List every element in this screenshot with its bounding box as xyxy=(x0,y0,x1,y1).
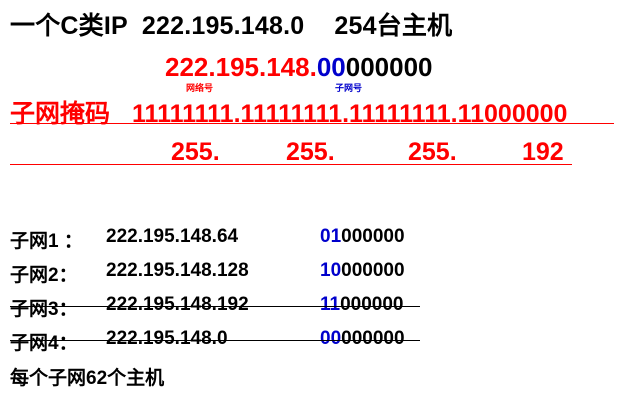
host-bits: 000000 xyxy=(345,52,433,82)
mask-underline xyxy=(10,123,614,124)
subnet-number-label: 子网号 xyxy=(335,83,363,93)
network-part: 222.195.148. xyxy=(165,52,317,82)
subnet-binary: 01000000 xyxy=(320,226,405,248)
subnet-bits: 10 xyxy=(320,260,342,281)
subnet-row-struck: 子网4： 222.195.148.0 00000000 xyxy=(10,328,430,354)
mask-decimal-octet-3: 255. xyxy=(408,138,457,166)
hosts-per-subnet-note: 每个子网62个主机 xyxy=(10,368,165,389)
subnet-name: 子网1 ： xyxy=(10,231,83,252)
host-bits: 000000 xyxy=(340,294,404,315)
title-ip: 222.195.148.0 xyxy=(141,12,305,40)
subnet-bits: 11 xyxy=(320,294,341,315)
host-bits: 000000 xyxy=(341,226,405,247)
host-bits: 000000 xyxy=(341,260,405,281)
subnet-row: 子网2： 222.195.148.128 10000000 xyxy=(10,260,430,286)
strikethrough-line xyxy=(10,306,420,307)
subnet-binary: 00000000 xyxy=(320,328,405,350)
subnet-name: 子网3： xyxy=(10,299,78,320)
ip-binary-line: 222.195.148.00000000 xyxy=(165,52,433,83)
subnet-mask-row: 子网掩码 11111111.11111111.11111111.11000000 xyxy=(10,94,567,130)
subnet-row: 子网1 ： 222.195.148.64 01000000 xyxy=(10,226,430,252)
host-bits: 000000 xyxy=(341,328,405,349)
mask-decimal-octet-1: 255. xyxy=(171,138,220,166)
mask-decimal-octet-2: 255. xyxy=(286,138,335,166)
strikethrough-line xyxy=(10,340,420,341)
subnet-bits: 01 xyxy=(320,226,342,247)
mask-decimal-octet-4: 192 xyxy=(522,138,564,166)
subnet-binary: 11000000 xyxy=(320,294,404,316)
subnet-bits: 00 xyxy=(320,328,342,349)
subnet-address: 222.195.148.192 xyxy=(106,294,249,315)
decimal-underline xyxy=(10,164,572,165)
network-number-label: 网络号 xyxy=(186,83,214,93)
subnet-address: 222.195.148.128 xyxy=(106,260,249,281)
subnet-bits: 00 xyxy=(316,52,346,82)
subnet-name: 子网2： xyxy=(10,265,78,286)
subnet-name: 子网4： xyxy=(10,333,78,354)
subnet-address: 222.195.148.0 xyxy=(106,328,228,349)
title-prefix: 一个C类IP xyxy=(10,12,128,40)
subnet-binary: 10000000 xyxy=(320,260,405,282)
title-hosts: 254台主机 xyxy=(334,12,453,40)
subnet-address: 222.195.148.64 xyxy=(106,226,239,247)
subnet-row-struck: 子网3： 222.195.148.192 11000000 xyxy=(10,294,430,320)
slide-title: 一个C类IP 222.195.148.0 254台主机 xyxy=(10,6,452,42)
